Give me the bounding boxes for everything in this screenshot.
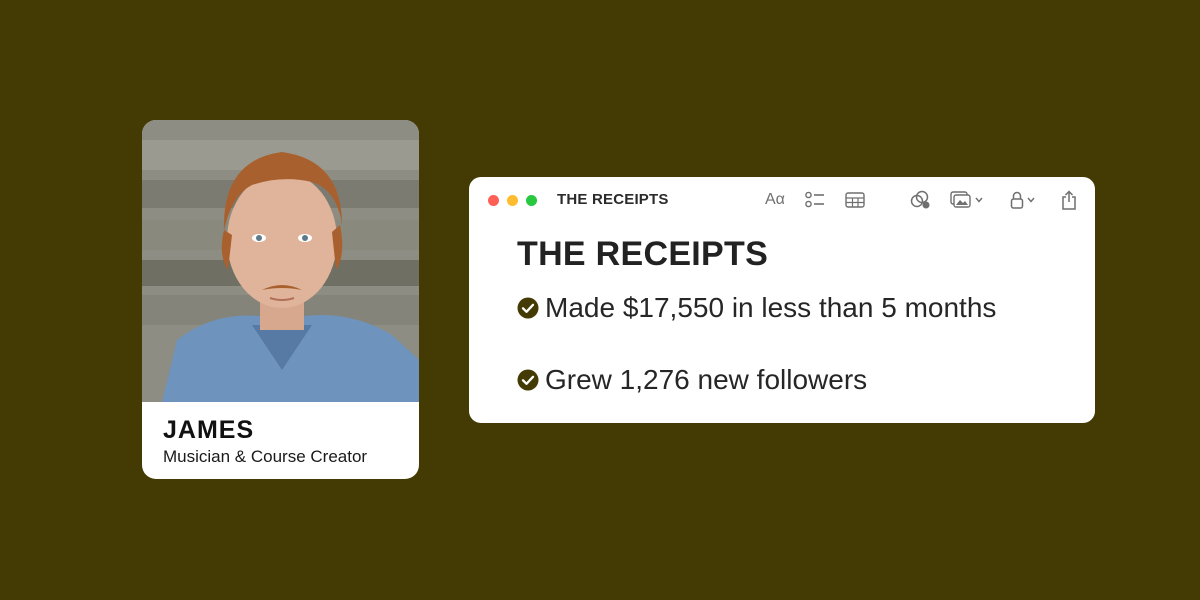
minimize-window-button[interactable] xyxy=(507,195,518,206)
notes-window: THE RECEIPTS Aα THE RECEIPTS Made $17,55… xyxy=(469,177,1095,423)
checklist-item: Made $17,550 in less than 5 months xyxy=(517,292,996,324)
lock-icon[interactable] xyxy=(1010,188,1035,212)
media-icon[interactable] xyxy=(950,188,983,212)
format-text-button[interactable]: Aα xyxy=(765,188,785,212)
checklist-item-text: Made $17,550 in less than 5 months xyxy=(545,292,997,323)
collaborate-icon[interactable] xyxy=(909,188,931,212)
checklist-item: Grew 1,276 new followers xyxy=(517,364,867,396)
profile-photo xyxy=(142,120,419,402)
window-titlebar: THE RECEIPTS Aα xyxy=(469,177,1095,223)
profile-photo-illustration xyxy=(142,120,419,402)
checklist-item-text: Grew 1,276 new followers xyxy=(545,364,868,395)
note-heading: THE RECEIPTS xyxy=(517,235,769,273)
profile-name: JAMES xyxy=(163,416,255,444)
checklist-icon[interactable] xyxy=(805,188,825,212)
close-window-button[interactable] xyxy=(488,195,499,206)
profile-caption: JAMES Musician & Course Creator xyxy=(163,416,367,469)
chevron-down-icon xyxy=(975,197,983,203)
checked-circle-icon[interactable] xyxy=(517,297,539,319)
table-icon[interactable] xyxy=(845,188,865,212)
share-icon[interactable] xyxy=(1061,188,1077,212)
checked-circle-icon[interactable] xyxy=(517,369,539,391)
window-title: THE RECEIPTS xyxy=(557,191,669,208)
chevron-down-icon xyxy=(1027,197,1035,203)
maximize-window-button[interactable] xyxy=(526,195,537,206)
profile-role: Musician & Course Creator xyxy=(163,447,368,466)
profile-card: JAMES Musician & Course Creator xyxy=(142,120,419,479)
